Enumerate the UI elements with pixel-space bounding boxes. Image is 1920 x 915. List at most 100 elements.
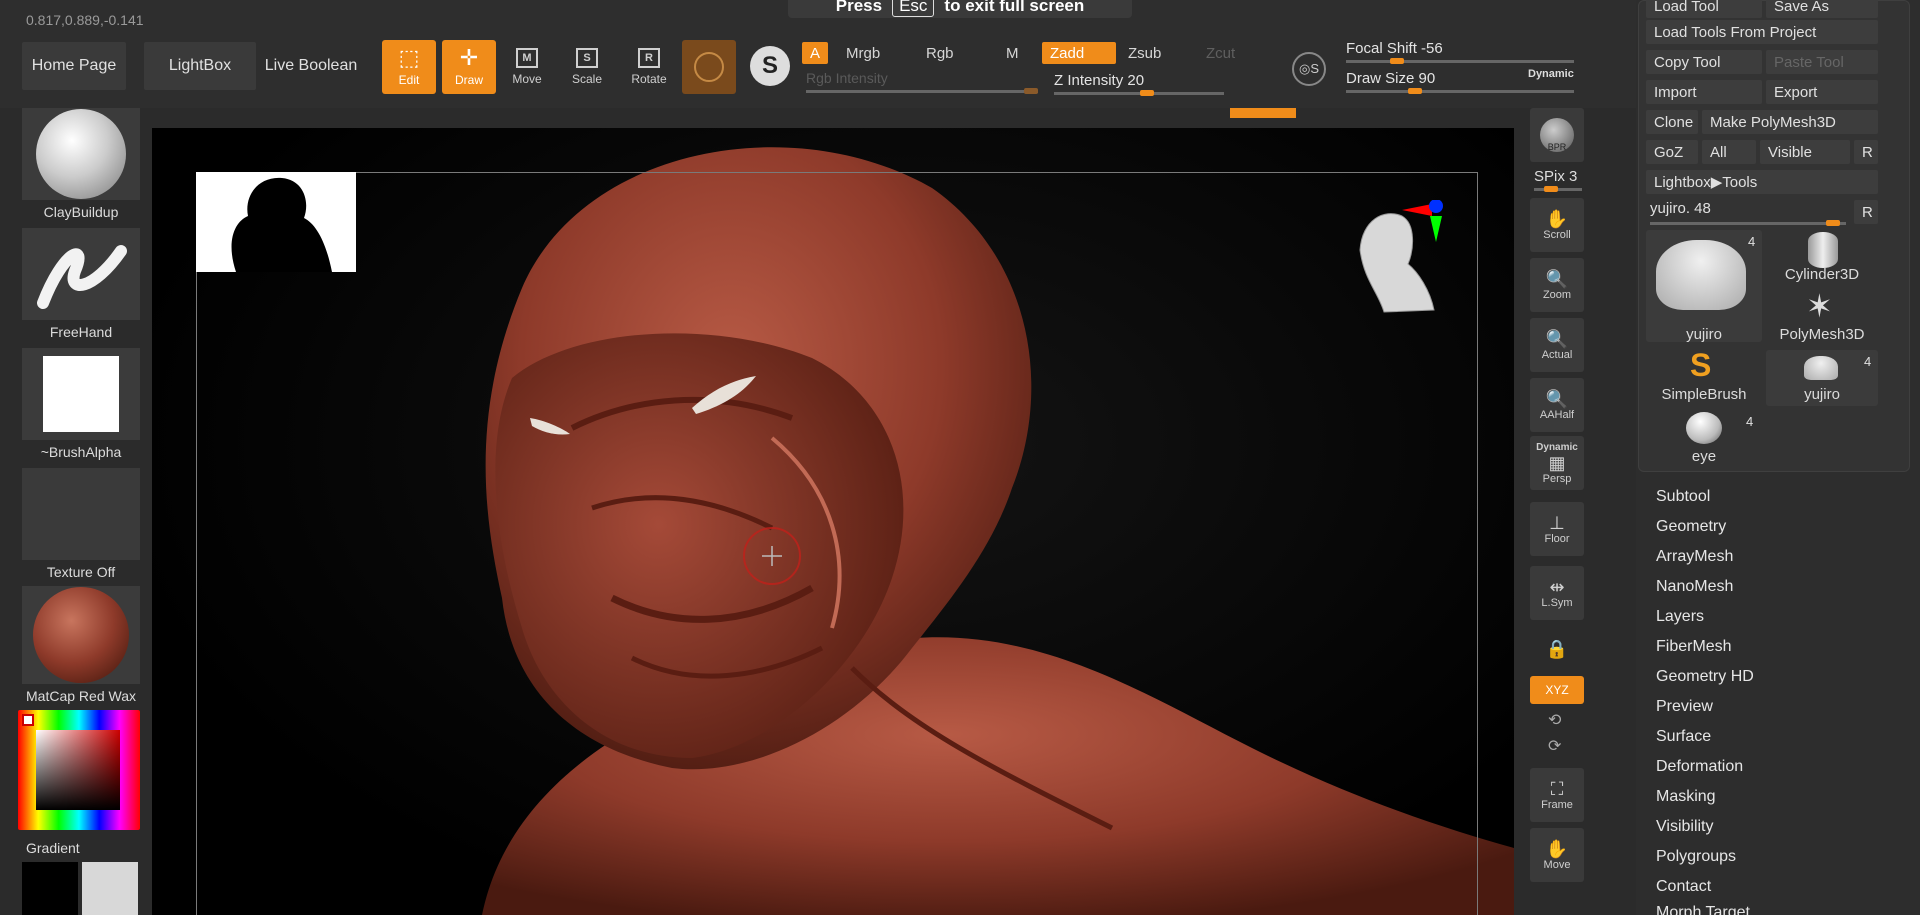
subpalette-arraymesh[interactable]: ArrayMesh	[1656, 548, 1733, 566]
zadd-button[interactable]: Zadd	[1042, 42, 1116, 64]
lock-button[interactable]: 🔒	[1530, 622, 1584, 676]
subpalette-masking[interactable]: Masking	[1656, 788, 1716, 806]
scale-button[interactable]: S Scale	[560, 40, 614, 94]
move-button[interactable]: M Move	[500, 40, 554, 94]
tool-item-polymesh3d[interactable]: ✶ PolyMesh3D	[1766, 290, 1878, 346]
subpalette-contact[interactable]: Contact	[1656, 878, 1711, 896]
move-view-button[interactable]: ✋ Move	[1530, 828, 1584, 882]
subpalette-visibility[interactable]: Visibility	[1656, 818, 1714, 836]
navigation-gizmo[interactable]	[1354, 199, 1444, 330]
subpalette-nanomesh[interactable]: NanoMesh	[1656, 578, 1733, 596]
bpr-button[interactable]: BPR	[1530, 108, 1584, 162]
tool-item-cylinder3d[interactable]: Cylinder3D	[1766, 230, 1878, 286]
persp-button[interactable]: Dynamic ▦ Persp	[1530, 436, 1584, 490]
banner-suffix: to exit full screen	[944, 0, 1085, 15]
tool-item-simplebrush[interactable]: S SimpleBrush	[1646, 348, 1762, 404]
goz-r-button[interactable]: R	[1854, 140, 1878, 164]
import-button[interactable]: Import	[1646, 80, 1762, 104]
rgb-button[interactable]: Rgb	[918, 42, 962, 64]
secondary-color-swatch[interactable]	[82, 862, 138, 915]
tool-slider-knob[interactable]	[1826, 220, 1840, 226]
subpalette-geometry-hd[interactable]: Geometry HD	[1656, 668, 1754, 686]
silhouette-head-icon	[231, 177, 332, 272]
frame-button[interactable]: ⛶ Frame	[1530, 768, 1584, 822]
rotate-z-icon[interactable]: ⟳	[1548, 736, 1561, 756]
scroll-button[interactable]: ✋ Scroll	[1530, 198, 1584, 252]
draw-size-label: Draw Size	[1346, 70, 1415, 87]
export-button[interactable]: Export	[1766, 80, 1878, 104]
tool-r-button[interactable]: R	[1854, 200, 1878, 224]
color-field[interactable]	[36, 730, 120, 810]
spix-setting[interactable]: SPix 3	[1534, 168, 1577, 185]
zcut-button[interactable]: Zcut	[1198, 42, 1243, 64]
draw-size-slider[interactable]	[1346, 90, 1574, 93]
mrgb-button[interactable]: Mrgb	[838, 42, 888, 64]
dynamic-toggle[interactable]: Dynamic	[1528, 68, 1574, 80]
load-tools-from-project-button[interactable]: Load Tools From Project	[1646, 20, 1878, 44]
subpalette-preview[interactable]: Preview	[1656, 698, 1713, 716]
zsub-button[interactable]: Zsub	[1120, 42, 1169, 64]
texture-selector[interactable]: Texture Off	[22, 468, 140, 580]
z-intensity-slider[interactable]	[1054, 92, 1224, 95]
tool-item-yujiro-2[interactable]: 4 yujiro	[1766, 350, 1878, 406]
tool-item-yujiro[interactable]: 4 yujiro	[1646, 230, 1762, 343]
z-intensity-knob[interactable]	[1140, 90, 1154, 96]
rgb-intensity-slider[interactable]	[806, 90, 1038, 93]
subpalette-fibermesh[interactable]: FiberMesh	[1656, 638, 1732, 656]
clone-button[interactable]: Clone	[1646, 110, 1698, 134]
rotate-button[interactable]: R Rotate	[622, 40, 676, 94]
brush-selector[interactable]: ClayBuildup	[22, 108, 140, 220]
spix-knob[interactable]	[1544, 186, 1558, 192]
floor-button[interactable]: ⊥ Floor	[1530, 502, 1584, 556]
spotlight-icon[interactable]: S	[750, 46, 790, 86]
xyz-button[interactable]: XYZ	[1530, 676, 1584, 704]
subpalette-subtool[interactable]: Subtool	[1656, 488, 1710, 506]
goz-button[interactable]: GoZ	[1646, 140, 1698, 164]
paste-tool-button[interactable]: Paste Tool	[1766, 50, 1878, 74]
goz-all-button[interactable]: All	[1702, 140, 1756, 164]
floor-icon: ⊥	[1549, 513, 1565, 533]
lightbox-button[interactable]: LightBox	[144, 42, 256, 90]
draw-size-slider-label: Draw Size 90	[1346, 70, 1435, 87]
actual-button[interactable]: 🔍 Actual	[1530, 318, 1584, 372]
aahalf-button[interactable]: 🔍 AAHalf	[1530, 378, 1584, 432]
load-tool-button[interactable]: Load Tool	[1646, 0, 1762, 18]
color-picker[interactable]	[18, 710, 140, 830]
move-icon: M	[516, 48, 538, 68]
material-selector[interactable]: MatCap Red Wax	[22, 586, 140, 704]
subpalette-polygroups[interactable]: Polygroups	[1656, 848, 1736, 866]
edit-button[interactable]: ⬚ Edit	[382, 40, 436, 94]
subpalette-layers[interactable]: Layers	[1656, 608, 1704, 626]
lsym-button[interactable]: ⇹ L.Sym	[1530, 566, 1584, 620]
make-polymesh-button[interactable]: Make PolyMesh3D	[1702, 110, 1878, 134]
spix-slider[interactable]	[1534, 188, 1582, 191]
focal-shift-knob[interactable]	[1390, 58, 1404, 64]
draw-size-knob[interactable]	[1408, 88, 1422, 94]
tool-name: yujiro	[1804, 386, 1840, 403]
lightbox-tools-button[interactable]: Lightbox▶Tools	[1646, 170, 1878, 194]
a-mode-button[interactable]: A	[802, 42, 829, 64]
rgb-intensity-knob[interactable]	[1024, 88, 1038, 94]
copy-tool-button[interactable]: Copy Tool	[1646, 50, 1762, 74]
home-page-button[interactable]: Home Page	[22, 42, 126, 90]
subpalette-geometry[interactable]: Geometry	[1656, 518, 1726, 536]
m-button[interactable]: M	[998, 42, 1027, 64]
main-color-swatch[interactable]	[22, 862, 78, 915]
tool-slider[interactable]	[1650, 222, 1846, 225]
tool-item-eye[interactable]: 4 eye	[1646, 410, 1762, 466]
save-as-button[interactable]: Save As	[1766, 0, 1878, 18]
subpalette-morph-target[interactable]: Morph Target	[1656, 904, 1750, 915]
draw-button[interactable]: ✛ Draw	[442, 40, 496, 94]
move-hand-icon: ✋	[1545, 839, 1569, 859]
zoom-button[interactable]: 🔍 Zoom	[1530, 258, 1584, 312]
stroke-selector[interactable]: FreeHand	[22, 228, 140, 340]
subpalette-surface[interactable]: Surface	[1656, 728, 1711, 746]
rotate-y-icon[interactable]: ⟲	[1548, 710, 1561, 730]
subpalette-deformation[interactable]: Deformation	[1656, 758, 1743, 776]
sculptris-pro-button[interactable]	[682, 40, 736, 94]
lazy-mouse-icon[interactable]: ◎S	[1292, 52, 1326, 86]
focal-shift-slider[interactable]	[1346, 60, 1574, 63]
live-boolean-button[interactable]: Live Boolean	[256, 42, 366, 90]
goz-visible-button[interactable]: Visible	[1760, 140, 1850, 164]
alpha-selector[interactable]: ~BrushAlpha	[22, 348, 140, 460]
